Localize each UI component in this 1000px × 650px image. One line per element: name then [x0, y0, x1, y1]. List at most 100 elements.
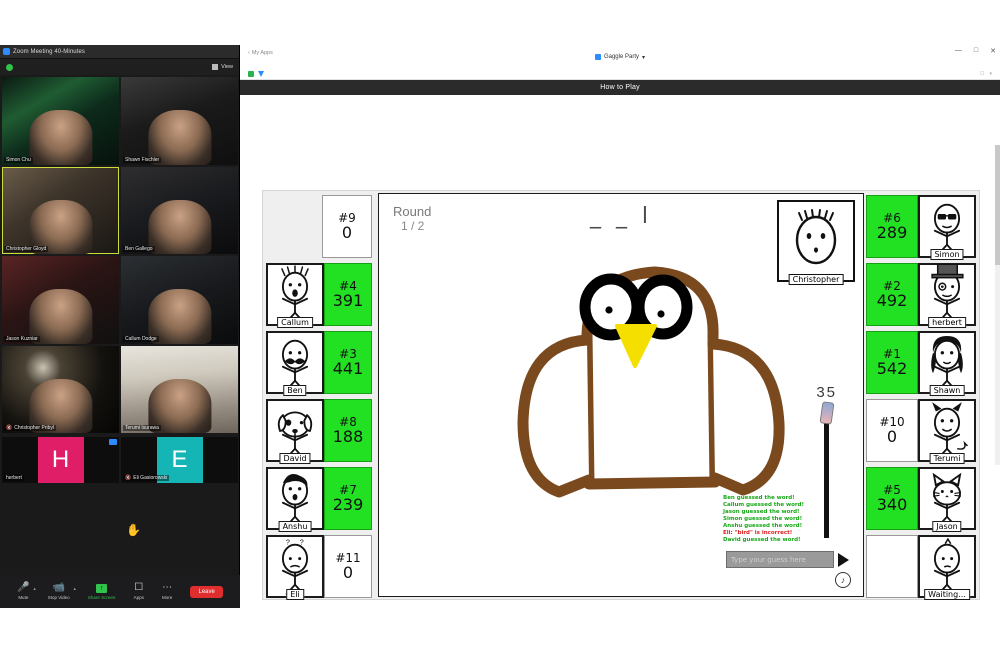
close-button[interactable]: ✕: [990, 47, 996, 55]
leave-button[interactable]: Leave: [190, 586, 222, 598]
scoreboard-row: David#8188: [266, 399, 372, 462]
word-hint: _ _ l: [590, 204, 652, 229]
player-points: 289: [877, 225, 908, 241]
player-score-box: #100: [866, 399, 918, 462]
video-tile-eli-gasiorowski[interactable]: E🔇Eli Gasiorowski: [121, 437, 238, 483]
back-to-my-apps-link[interactable]: ‹ My Apps: [248, 50, 273, 56]
scoreboard-row: Terumi #100: [866, 399, 976, 462]
app-title[interactable]: Gaggle Party ▾: [595, 54, 645, 61]
participant-name: Ben Gallego: [123, 246, 155, 252]
more-button-label: More: [162, 595, 172, 600]
participant-name-label: Simon Chu: [6, 157, 31, 163]
mic-muted-icon: 🔇: [6, 425, 12, 431]
view-button[interactable]: View: [212, 64, 233, 70]
window-controls: — □ ✕: [955, 47, 996, 55]
video-tile-terumi-isurawa[interactable]: Terumi Isurawa: [121, 346, 238, 434]
screenshare-status-icon[interactable]: [248, 71, 254, 77]
player-score-box: #6289: [866, 195, 918, 258]
player-name-label: Terumi: [930, 453, 965, 464]
fullscreen-icon[interactable]: ☐: [980, 71, 984, 77]
player-points: 239: [333, 497, 364, 513]
minimize-button[interactable]: —: [955, 47, 962, 55]
mute-button-label: Mute: [18, 595, 28, 600]
player-points: 391: [333, 293, 364, 309]
participant-name-label: Eli Gasiorowski: [133, 475, 167, 481]
guess-log-line: Anshu guessed the word!: [723, 523, 835, 530]
participant-name: 🔇Christopher Pribyl: [4, 425, 56, 431]
video-tile-christopher-pribyl[interactable]: 🔇Christopher Pribyl: [2, 346, 119, 434]
video-grid: Simon Chu Shawn Fischler Christopher Gloyd…: [0, 75, 240, 485]
mic-muted-icon: 🔇: [125, 475, 131, 481]
zoom-titlebar: Zoom Meeting 40-Minutes: [0, 45, 239, 59]
scoreboard-row: Simon#6289: [866, 195, 976, 258]
guess-log-line: Ben guessed the word!: [723, 495, 835, 502]
maximize-button[interactable]: □: [974, 47, 978, 55]
screen: Zoom Meeting 40-Minutes View Simon Chu Sh…: [0, 0, 1000, 650]
zoom-toolbar: 🎤 Mute ▲ 📹 Stop Video ▲ ↑ Share Screen ☐…: [0, 575, 240, 608]
timer-value: 35: [816, 384, 837, 401]
mouse-cursor-icon: ✋: [126, 523, 141, 537]
player-name-label: Shawn: [930, 385, 965, 396]
player-name-label: Anshu: [279, 521, 312, 532]
video-tile-callum-dodge[interactable]: Callum Dodge: [121, 256, 238, 344]
player-score-box: #90: [322, 195, 372, 258]
chevron-up-icon[interactable]: ▲: [33, 586, 37, 591]
participant-name-label: Ben Gallego: [125, 246, 153, 252]
page-scrollbar[interactable]: [995, 145, 1000, 465]
stop-video-button[interactable]: 📹 Stop Video ▲: [48, 583, 70, 600]
player-points: 492: [877, 293, 908, 309]
send-guess-button[interactable]: [838, 553, 849, 567]
player-points: 340: [877, 497, 908, 513]
video-tile-jason-kuzniar[interactable]: Jason Kuzniar: [2, 256, 119, 344]
gaggle-party-icon: [595, 54, 601, 60]
participant-name: 🔇Eli Gasiorowski: [123, 475, 169, 481]
player-score-box: #110: [324, 535, 372, 598]
player-points: 188: [333, 429, 364, 445]
scoreboard-row: Ben#3441: [266, 331, 372, 394]
bird-drawing: [507, 244, 807, 514]
chevron-down-icon[interactable]: ▾: [642, 54, 645, 61]
round-count: 1 / 2: [393, 219, 431, 234]
scoreboard-row: #90: [266, 195, 372, 258]
share-screen-button[interactable]: ↑ Share Screen: [88, 584, 116, 600]
video-tile-ben-gallego[interactable]: Ben Gallego: [121, 167, 238, 255]
participant-name-label: Christopher Gloyd: [6, 246, 46, 252]
player-score-box: #7239: [324, 467, 372, 530]
player-name-label: Ben: [283, 385, 306, 396]
chevron-down-icon[interactable]: ▾: [989, 71, 992, 77]
mute-button[interactable]: 🎤 Mute ▲: [17, 583, 29, 600]
guess-input[interactable]: [726, 551, 834, 568]
video-tile-shawn-fischler[interactable]: Shawn Fischler: [121, 77, 238, 165]
gaggle-party-window: — □ ✕ ‹ My Apps Gaggle Party ▾ ☐ ▾: [240, 45, 1000, 608]
music-toggle-button[interactable]: ♪: [835, 572, 851, 588]
video-tile-herbert[interactable]: Hherbert: [2, 437, 119, 483]
avatar: H: [38, 437, 84, 483]
player-score-box: #8188: [324, 399, 372, 462]
player-avatar: herbert: [918, 263, 976, 326]
app-subbar: ☐ ▾: [240, 69, 1000, 80]
cursor-pointer-icon[interactable]: [258, 71, 264, 77]
drawing-canvas[interactable]: Round 1 / 2 _ _ l: [378, 193, 864, 597]
apps-button-label: Apps: [134, 595, 144, 600]
chevron-up-icon[interactable]: ▲: [73, 586, 77, 591]
share-screen-button-label: Share Screen: [88, 595, 116, 600]
player-avatar: David: [266, 399, 324, 462]
player-avatar: Shawn: [918, 331, 976, 394]
round-label: Round: [393, 204, 431, 219]
how-to-play-bar[interactable]: How to Play: [240, 80, 1000, 95]
participant-name: Callum Dodge: [123, 336, 159, 342]
more-button[interactable]: ⋯ More: [162, 583, 172, 600]
video-tile-christopher-gloyd[interactable]: Christopher Gloyd: [2, 167, 119, 255]
zoom-window-title: Zoom Meeting 40-Minutes: [13, 49, 85, 55]
video-tile-simon-chu[interactable]: Simon Chu: [2, 77, 119, 165]
zoom-meeting-window: Zoom Meeting 40-Minutes View Simon Chu Sh…: [0, 45, 240, 608]
zoom-topbar: View: [0, 59, 239, 75]
back-link-label: My Apps: [252, 50, 273, 56]
round-indicator: Round 1 / 2: [393, 204, 431, 234]
apps-button[interactable]: ☐ Apps: [134, 583, 144, 600]
guess-entry-row: [726, 551, 849, 568]
scoreboard-left: #90Callum#4391Ben#3441David#8188Anshu#72…: [263, 191, 375, 599]
scoreboard-row: ??Eli#110: [266, 535, 372, 598]
participant-name: Christopher Gloyd: [4, 246, 48, 252]
camera-icon: 📹: [52, 583, 64, 593]
